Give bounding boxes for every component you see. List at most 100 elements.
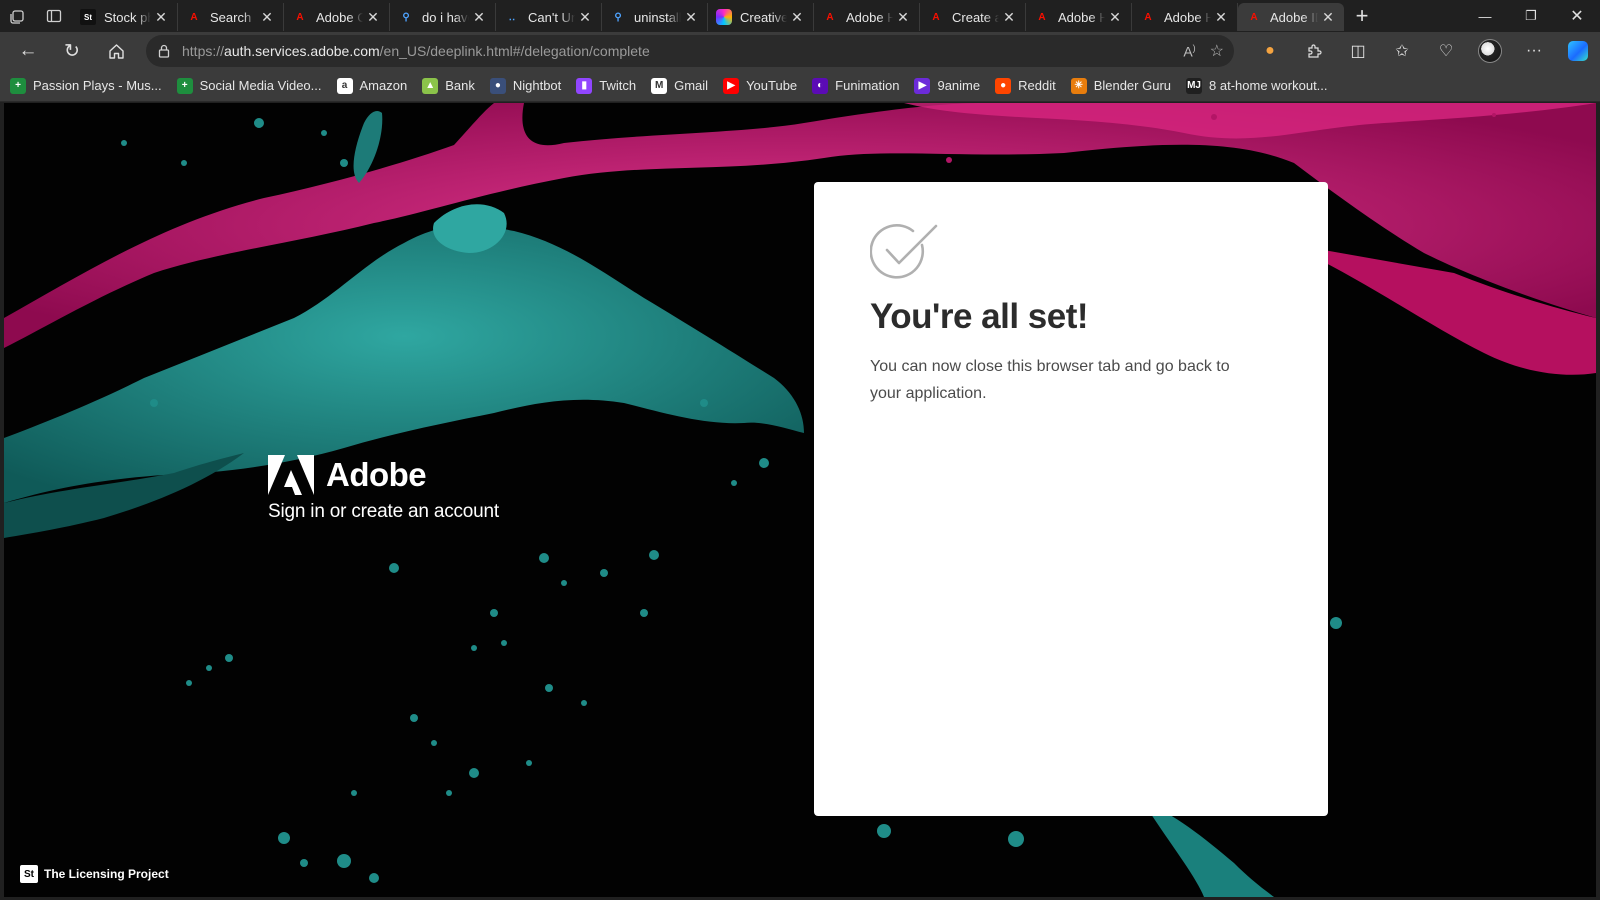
creative-cloud-icon (716, 9, 732, 25)
bookmark-item[interactable]: M Gmail (651, 77, 709, 94)
extensions-button[interactable] (1292, 32, 1336, 70)
bookmark-item[interactable]: + Passion Plays - Mus... (10, 77, 162, 94)
bookmark-item[interactable]: a Amazon (336, 77, 408, 94)
adobe-stock-badge-icon: St (20, 865, 38, 883)
tab-title: Adobe ID (1270, 9, 1318, 25)
bookmark-item[interactable]: ◐ Funimation (812, 77, 899, 94)
twitch-icon: ▮ (576, 77, 593, 94)
split-screen-button[interactable]: ◫ (1336, 32, 1380, 70)
profile-button[interactable] (1468, 32, 1512, 70)
close-tab-icon[interactable]: ✕ (575, 9, 595, 26)
close-tab-icon[interactable]: ✕ (151, 9, 171, 26)
checkmark-circle-icon (869, 224, 938, 279)
close-tab-icon[interactable]: ✕ (1318, 9, 1338, 26)
mj-icon: MJ (1186, 77, 1203, 94)
tagline: Sign in or create an account (268, 501, 499, 522)
url-host: auth.services.adobe.com (224, 43, 380, 59)
url-text[interactable]: https://auth.services.adobe.com/en_US/de… (182, 43, 650, 59)
bookmark-item[interactable]: ▮ Twitch (576, 77, 636, 94)
browser-tab[interactable]: ⚲ do i have✕ (390, 3, 496, 31)
copilot-button[interactable] (1556, 32, 1600, 70)
bookmark-label: Reddit (1018, 78, 1056, 93)
sheets-icon: + (176, 77, 193, 94)
bookmark-item[interactable]: ▶ 9anime (914, 77, 981, 94)
image-credit[interactable]: St The Licensing Project (20, 865, 169, 883)
minimize-button[interactable]: — (1462, 0, 1508, 32)
lock-icon[interactable] (146, 44, 182, 58)
favorites-icon: ✩ (1395, 43, 1409, 60)
adobe-icon: A (1038, 11, 1046, 23)
bookmark-item[interactable]: ✳ Blender Guru (1070, 77, 1171, 94)
bookmark-label: 9anime (937, 78, 981, 93)
minimize-icon: — (1478, 8, 1492, 24)
close-tab-icon[interactable]: ✕ (1105, 9, 1125, 26)
close-tab-icon[interactable]: ✕ (257, 9, 277, 26)
settings-menu-button[interactable]: ··· (1512, 32, 1556, 70)
browser-tab[interactable]: A Adobe Help✕ (1132, 3, 1238, 31)
adobe-icon: A (1250, 11, 1258, 23)
read-aloud-icon[interactable]: A) (1183, 43, 1195, 60)
browser-tab[interactable]: St Stock photos✕ (72, 3, 178, 31)
browser-essentials-button[interactable]: ♡ (1424, 32, 1468, 70)
restore-button[interactable]: ❐ (1508, 0, 1554, 32)
bookmark-item[interactable]: ▲ Bank (422, 77, 475, 94)
browser-tab[interactable]: ⚲ uninstall ✕ (602, 3, 708, 31)
browser-tab[interactable]: A Adobe Creative✕ (284, 3, 390, 31)
tab-title: Creative Cloud (740, 9, 787, 25)
close-tab-icon[interactable]: ✕ (681, 9, 701, 26)
bookmark-item[interactable]: ● Nightbot (489, 77, 561, 94)
adobe-icon: A (190, 11, 198, 23)
split-screen-icon: ◫ (1350, 43, 1366, 60)
browser-tab[interactable]: ‥ Can't Uninstall✕ (496, 3, 602, 31)
browser-tab[interactable]: A Adobe ID✕ (1238, 3, 1344, 31)
browser-tab[interactable]: A Adobe Help✕ (1026, 3, 1132, 31)
new-tab-button[interactable]: + (1344, 3, 1380, 29)
home-button[interactable] (94, 32, 138, 70)
close-tab-icon[interactable]: ✕ (787, 9, 807, 26)
browser-tab[interactable]: A Search ✕ (178, 3, 284, 31)
refresh-button[interactable]: ↻ (50, 32, 94, 70)
bookmark-item[interactable]: ▶ YouTube (723, 77, 797, 94)
tab-actions-button[interactable] (36, 0, 72, 32)
browser-tab[interactable]: A Create an account✕ (920, 3, 1026, 31)
card-message: You can now close this browser tab and g… (870, 358, 1230, 402)
address-bar[interactable]: https://auth.services.adobe.com/en_US/de… (146, 35, 1234, 67)
extension-button[interactable]: ● (1248, 32, 1292, 70)
tab-title: Search (210, 9, 252, 25)
blender-guru-icon: ✳ (1070, 77, 1087, 94)
bookmark-label: Amazon (359, 78, 408, 93)
close-tab-icon[interactable]: ✕ (893, 9, 913, 26)
puzzle-icon (1307, 43, 1322, 58)
bookmark-item[interactable]: + Social Media Video... (176, 77, 322, 94)
favorites-button[interactable]: ✩ (1380, 32, 1424, 70)
bookmark-item[interactable]: MJ 8 at-home workout... (1186, 77, 1328, 94)
workspaces-icon (10, 10, 24, 24)
page-viewport: Adobe Sign in or create an account St Th… (4, 103, 1596, 897)
back-button[interactable]: ← (6, 32, 50, 70)
favorite-star-icon[interactable]: ☆ (1210, 41, 1224, 61)
paint-splash-background (4, 103, 1596, 897)
close-tab-icon[interactable]: ✕ (363, 9, 383, 26)
more-icon: ··· (1526, 42, 1542, 59)
close-tab-icon[interactable]: ✕ (1211, 9, 1231, 26)
nightbot-icon: ● (489, 77, 506, 94)
tab-strip: StStock photos✕ASearch✕AAdobe Creative✕⚲… (0, 0, 1600, 32)
browser-tab[interactable]: A Adobe Help✕ (814, 3, 920, 31)
amazon-icon: a (336, 77, 353, 94)
bookmark-label: 8 at-home workout... (1209, 78, 1328, 93)
bookmark-item[interactable]: ● Reddit (995, 77, 1056, 94)
adobe-icon: A (1144, 11, 1152, 23)
browser-tab[interactable]: Creative Cloud✕ (708, 3, 814, 31)
gmail-icon: M (651, 77, 668, 94)
bookmark-label: Gmail (674, 78, 709, 93)
tab-title: Adobe Help (1164, 9, 1211, 25)
avatar (1478, 39, 1502, 63)
bookmarks-bar: + Passion Plays - Mus... + Social Media Vid… (0, 70, 1600, 102)
sheets-icon: + (10, 77, 26, 94)
tab-title: Stock photos (104, 9, 151, 25)
url-scheme: https:// (182, 43, 225, 59)
close-tab-icon[interactable]: ✕ (999, 9, 1019, 26)
close-window-button[interactable]: ✕ (1554, 0, 1600, 32)
workspaces-button[interactable] (0, 0, 36, 32)
close-tab-icon[interactable]: ✕ (469, 9, 489, 26)
